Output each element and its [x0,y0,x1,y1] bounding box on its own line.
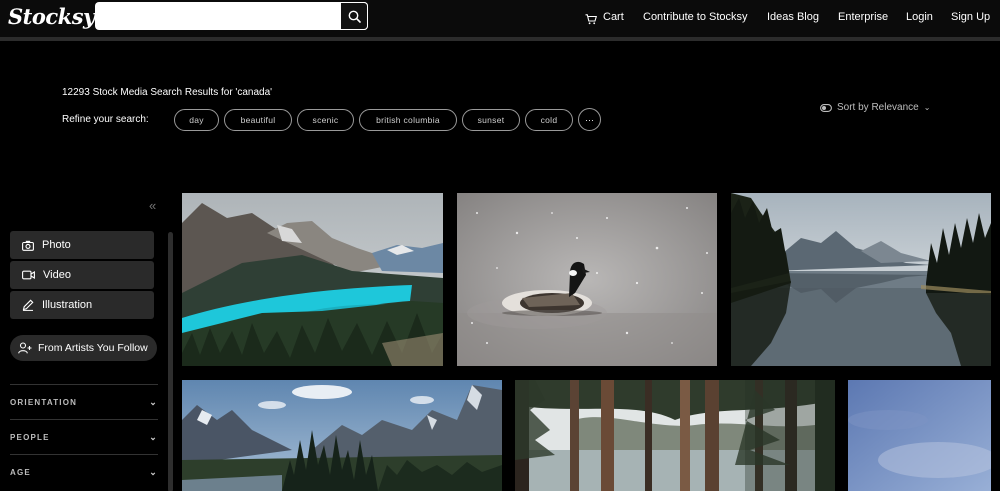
nav-login[interactable]: Login [906,11,933,23]
nav-cart[interactable]: Cart [603,11,624,23]
result-image-lake-mountain[interactable] [182,193,443,366]
from-artists-you-follow-button[interactable]: From Artists You Follow [10,335,157,361]
stocksy-logo[interactable]: Stocksy [8,4,95,29]
cart-icon[interactable] [585,12,598,25]
follow-label: From Artists You Follow [38,342,148,354]
refine-label: Refine your search: [62,114,149,125]
media-type-label: Illustration [42,299,93,311]
media-type-illustration[interactable]: Illustration [10,291,154,319]
filter-label: AGE [10,467,31,477]
chip-cold[interactable]: cold [525,109,573,131]
add-user-icon [18,342,32,354]
search-icon [348,10,361,23]
chip-sunset[interactable]: sunset [462,109,520,131]
video-icon [22,270,35,280]
camera-icon [22,240,34,251]
search-box [95,2,368,30]
nav-enterprise[interactable]: Enterprise [838,11,888,23]
media-type-label: Photo [42,239,71,251]
filter-age[interactable]: AGE ⌄ [10,454,158,489]
chip-british-columbia[interactable]: british columbia [359,109,457,131]
result-image-pine-forest[interactable] [515,380,835,491]
filter-people[interactable]: PEOPLE ⌄ [10,419,158,454]
chevron-down-icon: ⌄ [149,466,158,477]
search-button[interactable] [340,2,368,30]
filter-orientation[interactable]: ORIENTATION ⌄ [10,384,158,419]
sort-dropdown[interactable]: Sort by Relevance ⌄ [820,102,930,113]
nav-sign-up[interactable]: Sign Up [951,11,990,23]
collapse-sidebar-icon[interactable]: « [149,198,156,213]
chevron-down-icon: ⌄ [149,431,158,442]
chip-scenic[interactable]: scenic [297,109,354,131]
filter-label: ORIENTATION [10,397,78,407]
chip-beautiful[interactable]: beautiful [224,109,292,131]
result-image-blue-sky[interactable] [848,380,991,491]
nav-contribute[interactable]: Contribute to Stocksy [643,11,748,23]
results-count: 12293 Stock Media Search Results for 'ca… [62,87,273,98]
result-image-mountain-forest[interactable] [182,380,502,491]
more-chips-button[interactable]: ··· [578,108,601,131]
sort-label: Sort by Relevance [837,102,919,113]
media-type-video[interactable]: Video [10,261,154,289]
search-input[interactable] [95,2,305,30]
pencil-icon [22,299,34,311]
sidebar-scrollbar[interactable] [168,232,173,491]
result-image-canada-goose[interactable] [457,193,717,366]
sort-toggle-icon [820,103,832,112]
header-divider [0,37,1000,41]
filter-label: PEOPLE [10,432,50,442]
result-image-lake-reflection[interactable] [731,193,991,366]
nav-ideas-blog[interactable]: Ideas Blog [767,11,819,23]
chevron-down-icon: ⌄ [923,103,931,112]
media-type-photo[interactable]: Photo [10,231,154,259]
media-type-label: Video [43,269,71,281]
chevron-down-icon: ⌄ [149,396,158,407]
chip-day[interactable]: day [174,109,219,131]
